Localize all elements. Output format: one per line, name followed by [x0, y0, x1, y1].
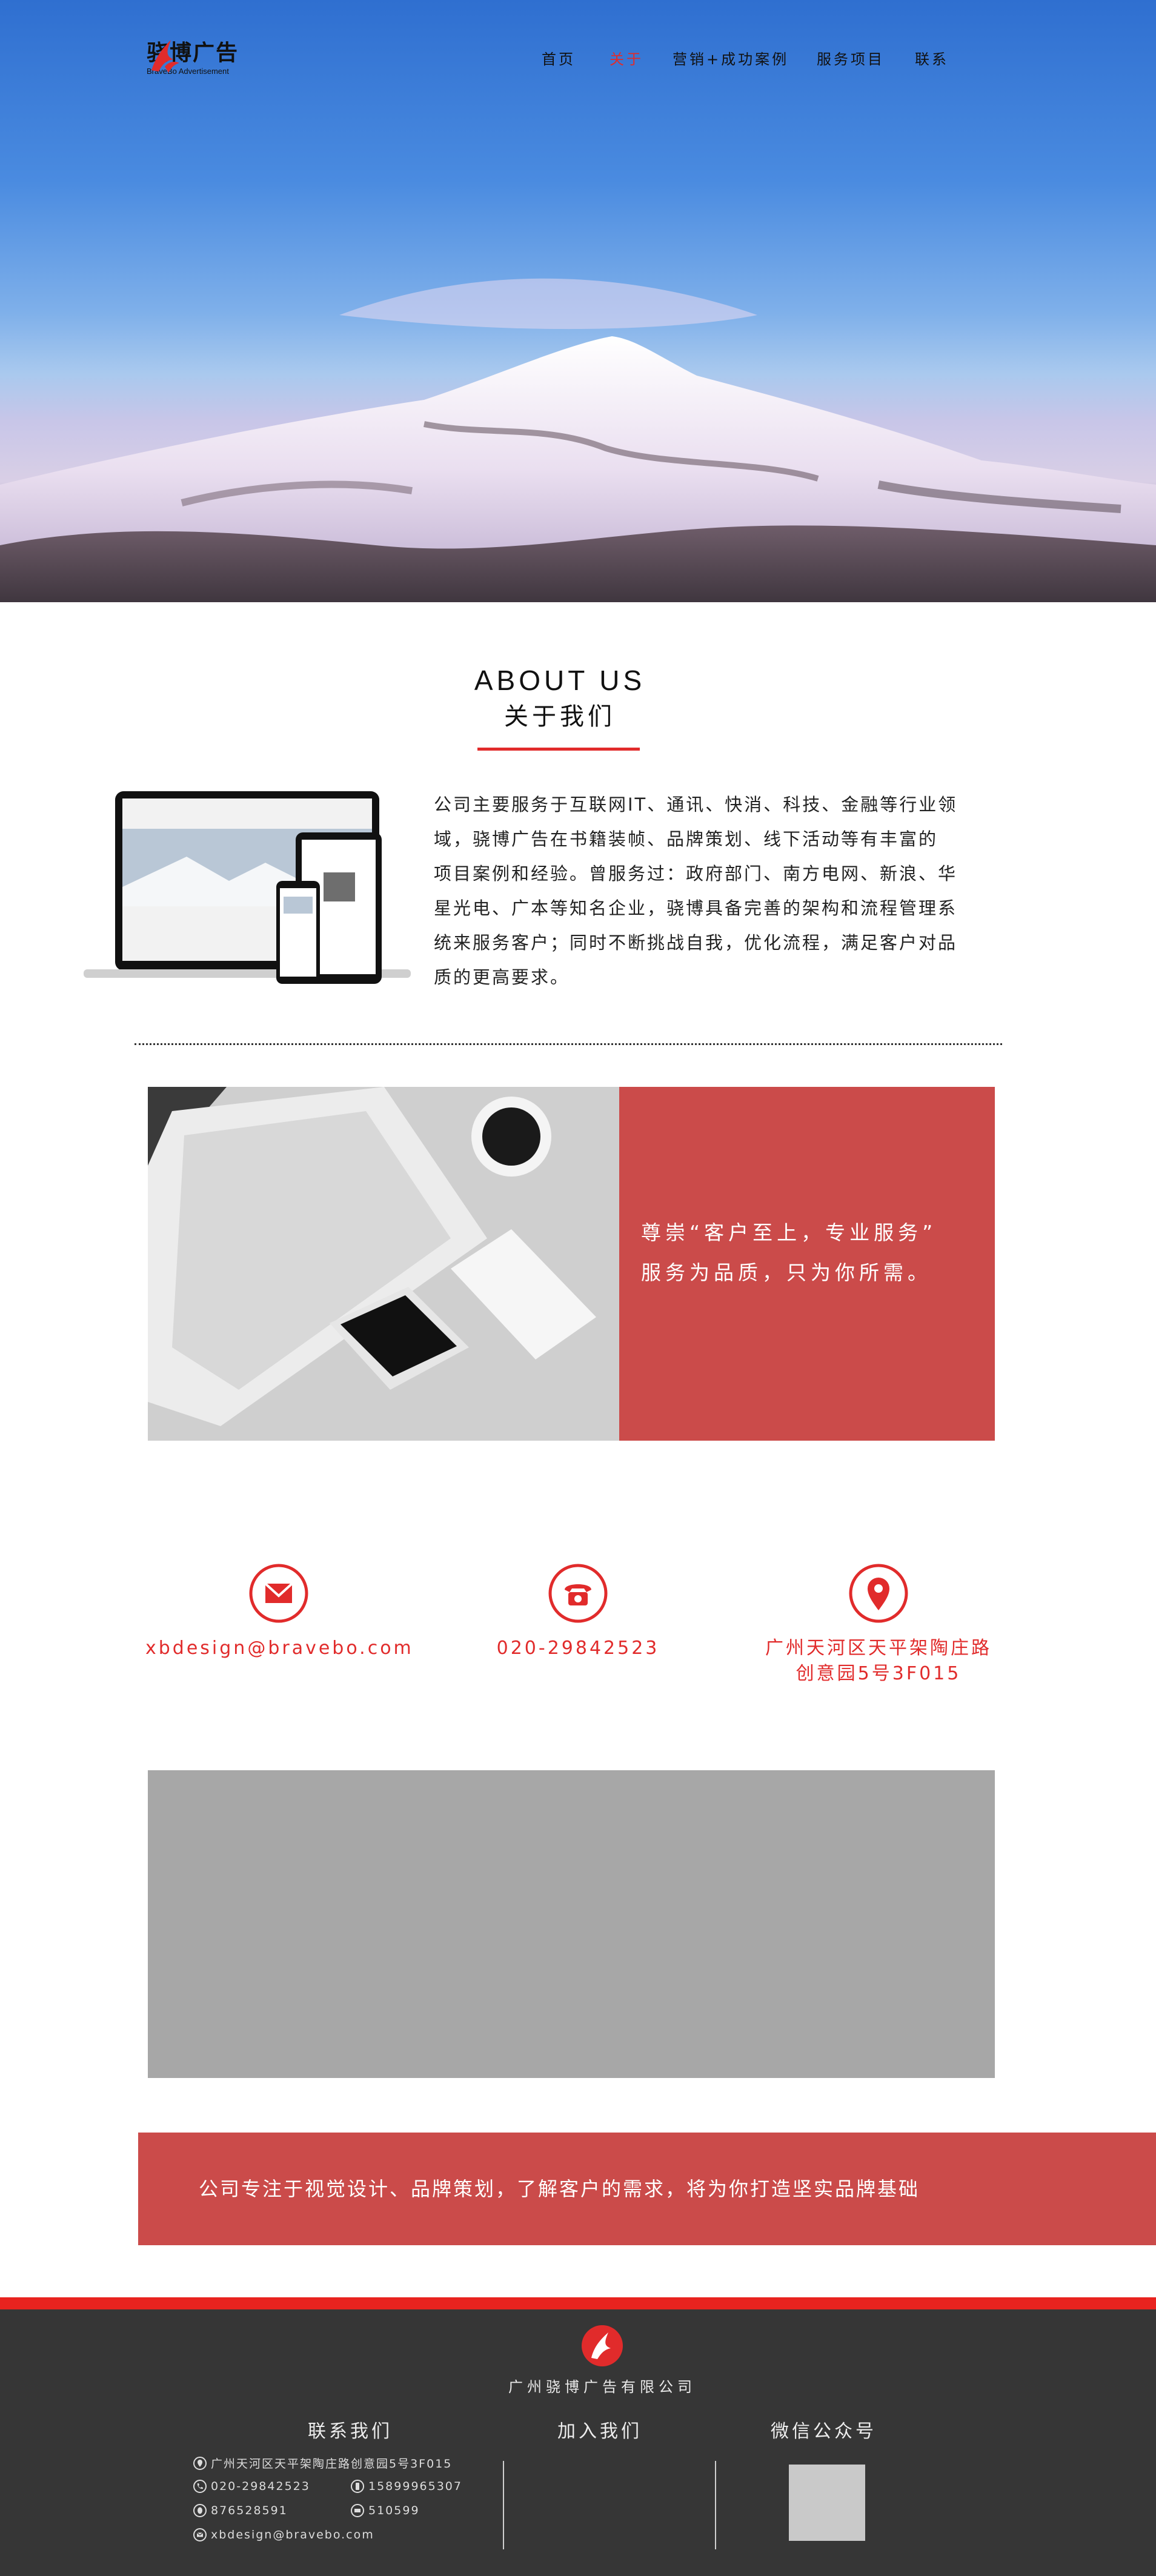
- nav-item-home[interactable]: 首页: [542, 47, 576, 68]
- postcode-icon: [351, 2504, 364, 2517]
- about-line: 统来服务客户；同时不断挑战自我，优化流程，满足客户对品: [434, 932, 958, 953]
- footer-mobile: 15899965307: [350, 2479, 462, 2494]
- about-description: 公司主要服务于互联网IT、通讯、快消、科技、金融等行业领 域，骁博广告在书籍装帧…: [434, 788, 997, 995]
- footer: 广州骁博广告有限公司 联系我们 加入我们 微信公众号 广州天河区天平架陶庄路创意…: [0, 2309, 1156, 2576]
- quote-line: 尊崇“客户至上，专业服务”: [641, 1221, 937, 1244]
- nav-item-cases[interactable]: 营销+成功案例: [673, 47, 789, 68]
- location-icon: [193, 2456, 207, 2470]
- join-us-heading[interactable]: 加入我们: [557, 2416, 642, 2443]
- nav-item-about[interactable]: 关于: [610, 47, 643, 68]
- mountain-illustration: [0, 278, 1156, 602]
- phone-icon: [193, 2480, 207, 2493]
- footer-accent-bar: [0, 2297, 1156, 2309]
- about-line: 域，骁博广告在书籍装帧、品牌策划、线下活动等有丰富的: [434, 829, 938, 849]
- footer-qq: 876528591: [193, 2503, 288, 2518]
- contact-us-heading: 联系我们: [308, 2421, 393, 2442]
- dotted-divider: [135, 1043, 1002, 1045]
- main-nav: 首页 关于 营销+成功案例 服务项目 联系: [0, 47, 1156, 69]
- footer-qq-text: 876528591: [211, 2504, 288, 2517]
- footer-address: 广州天河区天平架陶庄路创意园5号3F015: [193, 2455, 452, 2471]
- footer-phone-text: 020-29842523: [211, 2480, 310, 2493]
- mail-icon: [249, 1564, 308, 1623]
- address-line: 广州天河区天平架陶庄路: [765, 1638, 992, 1659]
- footer-email-text: xbdesign@bravebo.com: [211, 2528, 374, 2541]
- phone-icon: [548, 1564, 608, 1623]
- footer-phone: 020-29842523: [193, 2479, 310, 2494]
- wechat-heading: 微信公众号: [771, 2421, 877, 2442]
- laptop-desk-photo: [148, 1087, 619, 1441]
- contact-phone[interactable]: 020-29842523: [457, 1563, 699, 1661]
- footer-postcode: 510599: [350, 2503, 420, 2518]
- about-line: 项目案例和经验。曾服务过：政府部门、南方电网、新浪、华: [434, 863, 958, 884]
- footer-address-text: 广州天河区天平架陶庄路创意园5号3F015: [211, 2457, 453, 2471]
- devices-mockup-image: [84, 791, 411, 984]
- mobile-icon: [351, 2480, 364, 2493]
- contact-address[interactable]: 广州天河区天平架陶庄路 创意园5号3F015: [745, 1563, 1012, 1687]
- feature-block: 尊崇“客户至上，专业服务” 服务为品质，只为你所需。: [148, 1087, 995, 1441]
- mail-icon: [193, 2528, 207, 2541]
- address-line: 创意园5号3F015: [796, 1663, 962, 1684]
- footer-divider: [503, 2461, 504, 2549]
- map-placeholder[interactable]: [148, 1770, 995, 2078]
- footer-mobile-text: 15899965307: [368, 2480, 462, 2493]
- slogan-text: 公司专注于视觉设计、品牌策划，了解客户的需求，将为你打造坚实品牌基础: [198, 2177, 920, 2200]
- location-pin-icon: [849, 1564, 908, 1623]
- contact-email[interactable]: xbdesign@bravebo.com: [145, 1563, 412, 1661]
- nav-item-services[interactable]: 服务项目: [817, 47, 885, 68]
- about-line: 星光电、广本等知名企业，骁博具备完善的架构和流程管理系: [434, 898, 958, 918]
- wechat-qr-code: [789, 2465, 865, 2541]
- about-line: 公司主要服务于互联网IT、通讯、快消、科技、金融等行业领: [434, 794, 958, 815]
- qq-icon: [193, 2504, 207, 2517]
- feature-quote-panel: 尊崇“客户至上，专业服务” 服务为品质，只为你所需。: [619, 1087, 995, 1441]
- footer-logo-icon[interactable]: [580, 2324, 624, 2368]
- footer-divider: [715, 2461, 716, 2549]
- slogan-banner: 公司专注于视觉设计、品牌策划，了解客户的需求，将为你打造坚实品牌基础: [138, 2133, 1156, 2245]
- about-title-cn: 关于我们: [504, 703, 616, 731]
- company-name: 广州骁博广告有限公司: [508, 2378, 696, 2395]
- about-line: 质的更高要求。: [434, 967, 570, 988]
- email-text: xbdesign@bravebo.com: [145, 1638, 414, 1659]
- hero-banner: 骁博广告 BraveBo Advertisement 首页 关于 营销+成功案例…: [0, 0, 1156, 602]
- title-underline: [477, 748, 640, 751]
- footer-email[interactable]: xbdesign@bravebo.com: [193, 2528, 374, 2542]
- quote-line: 服务为品质，只为你所需。: [641, 1261, 932, 1284]
- about-title-en: ABOUT US: [474, 665, 646, 696]
- nav-item-contact[interactable]: 联系: [915, 47, 949, 68]
- footer-postcode-text: 510599: [368, 2504, 420, 2517]
- phone-text: 020-29842523: [496, 1638, 660, 1659]
